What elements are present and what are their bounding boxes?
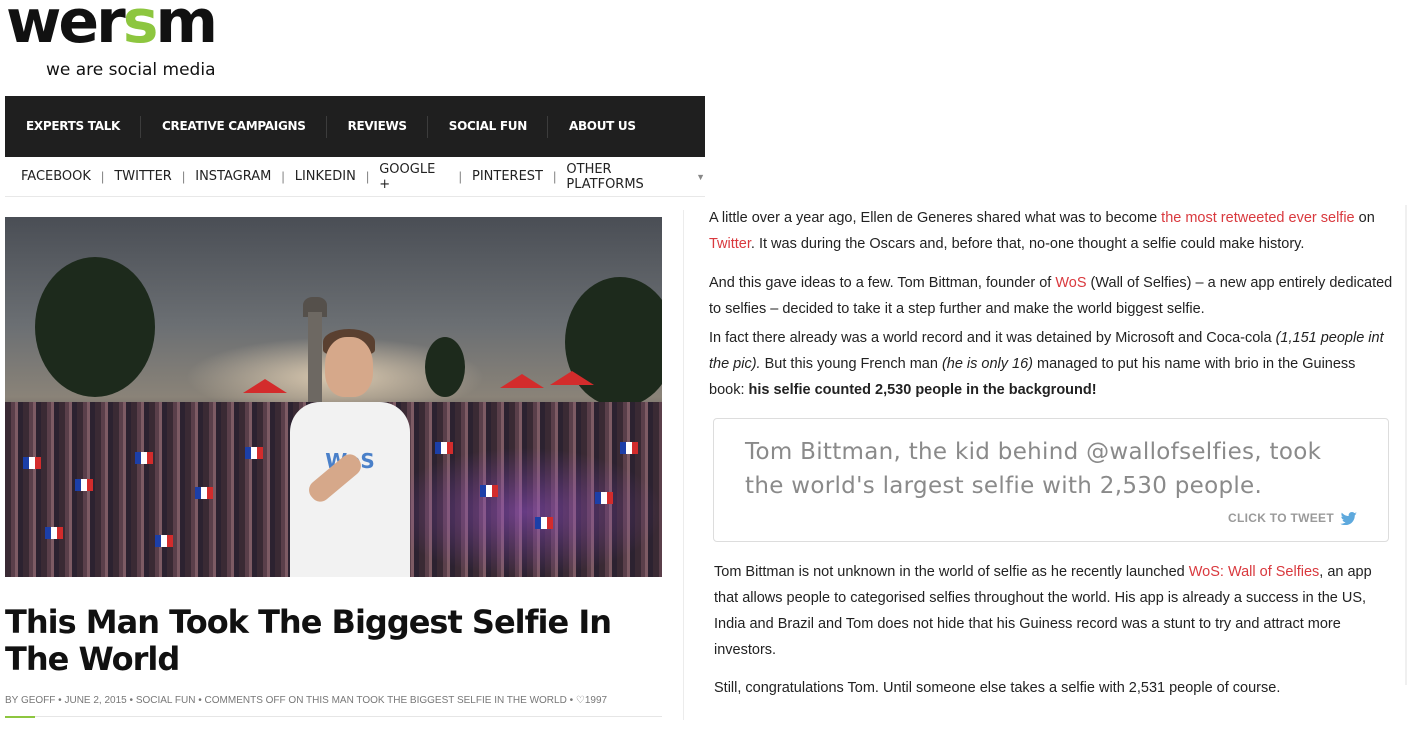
article-title[interactable]: This Man Took The Biggest Selfie In The … — [5, 604, 665, 678]
logo-wordmark: wersm — [6, 0, 218, 57]
stage-light — [385, 447, 662, 577]
tweet-quote[interactable]: Tom Bittman, the kid behind @wallofselfi… — [745, 435, 1365, 503]
french-flag — [45, 527, 63, 539]
heart-icon[interactable]: ♡ — [576, 695, 585, 706]
monument — [308, 312, 322, 402]
article-paragraph-1: A little over a year ago, Ellen de Gener… — [709, 210, 1375, 252]
french-flag — [480, 485, 498, 497]
tent — [243, 379, 287, 393]
hero-image[interactable]: WoS — [5, 217, 662, 577]
nav-separator: | — [281, 169, 285, 184]
nav-social-fun[interactable]: SOCIAL FUN — [428, 96, 549, 157]
twitter-link[interactable]: Twitter — [709, 236, 751, 252]
nav-separator: | — [553, 169, 557, 184]
meta-separator: • — [198, 695, 202, 706]
most-retweeted-selfie-link[interactable]: the most retweeted ever selfie — [1161, 210, 1354, 226]
post-date: JUNE 2, 2015 — [64, 695, 127, 706]
click-to-tweet-label: CLICK TO TWEET — [1228, 511, 1334, 525]
french-flag — [595, 492, 613, 504]
nav-separator: | — [181, 169, 186, 184]
wos-link[interactable]: WoS — [1055, 275, 1086, 291]
page-edge — [1405, 205, 1407, 685]
platform-pinterest[interactable]: PINTEREST — [472, 169, 543, 184]
nav-separator: | — [365, 169, 370, 184]
meta-divider — [5, 716, 662, 717]
tree — [35, 257, 155, 397]
comments-status: COMMENTS OFF ON THIS MAN TOOK THE BIGGES… — [204, 695, 567, 706]
nav-separator: | — [458, 169, 462, 184]
platform-other[interactable]: OTHER PLATFORMS — [566, 162, 690, 192]
article-paragraph-3: In fact there already was a world record… — [709, 330, 1384, 398]
meta-separator: • — [58, 695, 62, 706]
platform-twitter[interactable]: TWITTER — [114, 169, 172, 184]
nav-about-us[interactable]: ABOUT US — [548, 96, 657, 157]
column-divider — [683, 210, 684, 720]
author-link[interactable]: BY GEOFF — [5, 695, 55, 706]
french-flag — [195, 487, 213, 499]
nav-creative-campaigns[interactable]: CREATIVE CAMPAIGNS — [141, 96, 327, 157]
platform-linkedin[interactable]: LINKEDIN — [295, 169, 356, 184]
meta-accent-bar — [5, 716, 35, 718]
platform-google-plus[interactable]: GOOGLE + — [379, 162, 448, 192]
french-flag — [155, 535, 173, 547]
meta-separator: • — [129, 695, 134, 706]
chevron-down-icon[interactable]: ▼ — [696, 172, 705, 182]
nav-experts-talk[interactable]: EXPERTS TALK — [5, 96, 142, 157]
french-flag — [620, 442, 638, 454]
like-count: 1997 — [584, 695, 608, 706]
french-flag — [23, 457, 41, 469]
tent — [500, 374, 544, 388]
article-paragraph-5: Still, congratulations Tom. Until someon… — [714, 680, 1281, 696]
platform-instagram[interactable]: INSTAGRAM — [195, 169, 271, 184]
platform-facebook[interactable]: FACEBOOK — [21, 169, 91, 184]
article-meta: BY GEOFF • JUNE 2, 2015 • SOCIAL FUN • C… — [5, 695, 607, 706]
tree — [565, 277, 662, 407]
french-flag — [245, 447, 263, 459]
article-paragraph-4: Tom Bittman is not unknown in the world … — [714, 564, 1372, 658]
site-logo[interactable]: wersm we are social media — [6, 0, 266, 84]
platform-nav: FACEBOOK | TWITTER | INSTAGRAM | LINKEDI… — [5, 157, 705, 197]
twitter-bird-icon — [1340, 511, 1357, 525]
french-flag — [535, 517, 553, 529]
logo-tagline: we are social media — [46, 60, 216, 80]
click-to-tweet-button[interactable]: CLICK TO TWEET — [1228, 511, 1358, 525]
tent — [550, 371, 594, 385]
french-flag — [135, 452, 153, 464]
nav-reviews[interactable]: REVIEWS — [327, 96, 428, 157]
tree — [425, 337, 465, 397]
person-head — [325, 337, 373, 397]
click-to-tweet-box[interactable]: Tom Bittman, the kid behind @wallofselfi… — [713, 418, 1389, 542]
article-paragraph-2: And this gave ideas to a few. Tom Bittma… — [709, 275, 1393, 317]
main-nav: EXPERTS TALK CREATIVE CAMPAIGNS REVIEWS … — [5, 96, 705, 157]
wos-wall-of-selfies-link[interactable]: WoS: Wall of Selfies — [1189, 564, 1320, 580]
category-link[interactable]: SOCIAL FUN — [136, 695, 196, 706]
nav-separator: | — [100, 169, 105, 184]
french-flag — [435, 442, 453, 454]
french-flag — [75, 479, 93, 491]
meta-separator: • — [569, 695, 574, 706]
